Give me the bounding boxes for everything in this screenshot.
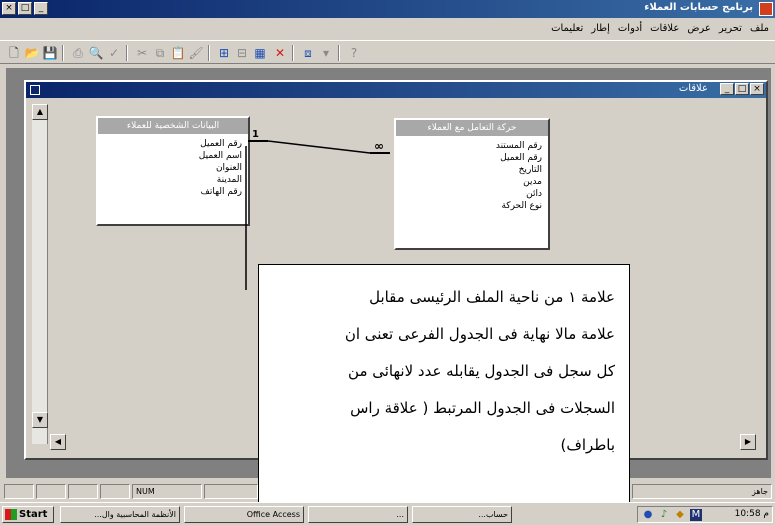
status-cell xyxy=(204,484,258,499)
callout-line: علامة مالا نهاية فى الجدول الفرعى تعنى ا… xyxy=(344,325,615,343)
start-label: Start xyxy=(19,509,48,520)
status-cell xyxy=(68,484,98,499)
callout-line: باطراف) xyxy=(560,436,615,454)
status-cell xyxy=(4,484,34,499)
volume-icon[interactable]: ♪ xyxy=(658,509,670,521)
taskbar-item[interactable]: Office Access xyxy=(184,506,304,523)
antivirus-icon[interactable]: ◆ xyxy=(674,509,686,521)
network-icon[interactable]: ● xyxy=(642,509,654,521)
taskbar-item[interactable]: الأنظمة المحاسبية وال... xyxy=(60,506,180,523)
system-tray: ● ♪ ◆ M 10:58 م xyxy=(637,506,773,523)
callout-line: السجلات فى الجدول المرتبط ( علاقة راس xyxy=(350,399,615,417)
status-ready: جاهز xyxy=(632,484,772,499)
windows-flag-icon xyxy=(5,509,17,520)
annotation-callout: علامة ١ من ناحية الملف الرئيسى مقابل علا… xyxy=(258,264,630,509)
clock: 10:58 م xyxy=(734,509,769,519)
status-cell xyxy=(36,484,66,499)
start-button[interactable]: Start xyxy=(2,506,54,523)
language-icon[interactable]: M xyxy=(690,509,702,521)
status-cell xyxy=(100,484,130,499)
taskbar-item[interactable]: حساب... xyxy=(412,506,512,523)
callout-line: علامة ١ من ناحية الملف الرئيسى مقابل xyxy=(369,288,615,306)
num-lock-indicator: NUM xyxy=(132,484,202,499)
taskbar: Start الأنظمة المحاسبية وال... Office Ac… xyxy=(0,502,775,525)
callout-line: كل سجل فى الجدول يقابله عدد لانهائى من xyxy=(348,362,615,380)
many-side-label: ∞ xyxy=(374,139,384,153)
taskbar-item[interactable]: ... xyxy=(308,506,408,523)
one-side-label: 1 xyxy=(252,129,259,140)
status-bar: NUM جاهز xyxy=(0,484,775,500)
